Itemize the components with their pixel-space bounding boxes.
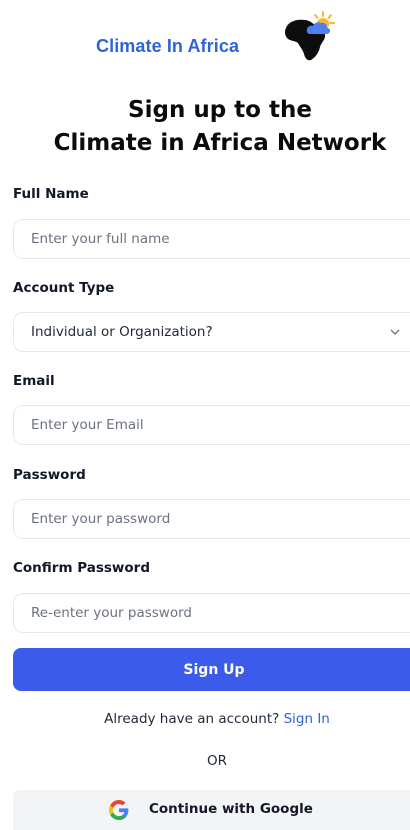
account-type-label: Account Type xyxy=(13,280,115,296)
page-title-line1: Sign up to the xyxy=(128,97,312,123)
email-field[interactable] xyxy=(13,405,410,445)
email-label: Email xyxy=(13,373,55,389)
brand-logo: Climate In Africa xyxy=(96,10,356,62)
have-account-text: Already have an account? xyxy=(104,711,280,727)
password-label: Password xyxy=(13,467,86,483)
chevron-down-icon xyxy=(390,329,400,335)
full-name-field[interactable] xyxy=(13,219,410,259)
google-button-label: Continue with Google xyxy=(149,801,313,817)
africa-cloud-sun-icon xyxy=(284,11,335,61)
or-divider: OR xyxy=(206,753,227,769)
signin-link[interactable]: Sign In xyxy=(284,711,330,727)
full-name-label: Full Name xyxy=(13,186,89,202)
google-icon xyxy=(109,800,129,820)
signin-prompt: Already have an account? Sign In xyxy=(0,711,410,727)
brand-name: Climate In Africa xyxy=(96,36,240,56)
password-field[interactable] xyxy=(13,499,410,539)
account-type-select[interactable]: Individual or Organization? xyxy=(13,312,410,352)
page-title-line2: Climate in Africa Network xyxy=(53,130,387,156)
confirm-password-label: Confirm Password xyxy=(13,560,151,576)
confirm-password-field[interactable] xyxy=(13,593,410,633)
google-signin-button[interactable]: Continue with Google xyxy=(13,790,410,830)
account-type-selected: Individual or Organization? xyxy=(31,324,213,340)
page-title: Sign up to the Climate in Africa Network xyxy=(0,94,410,160)
signup-button[interactable]: Sign Up xyxy=(13,648,410,691)
